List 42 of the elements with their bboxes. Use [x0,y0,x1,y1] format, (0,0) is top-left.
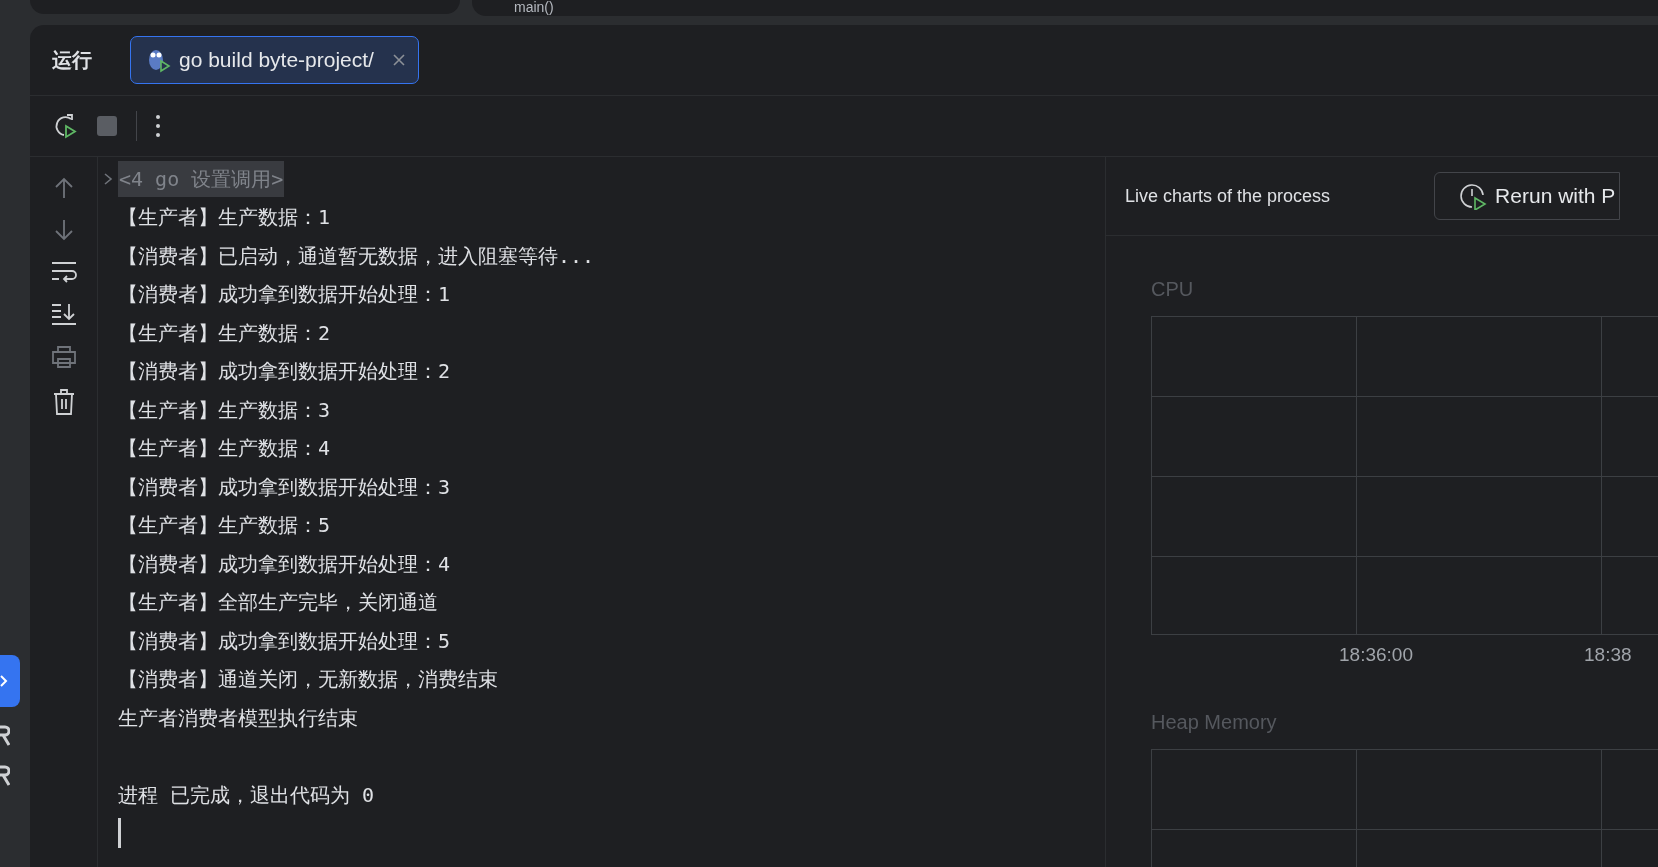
stop-icon[interactable] [96,115,118,137]
run-tab[interactable]: go build byte-project/ [130,36,419,84]
text-cursor [118,818,121,848]
console-line: 【消费者】已启动，通道暂无数据，进入阻塞等待... [118,242,595,270]
console-line: 【生产者】生产数据：4 [118,435,331,463]
plugin-icon[interactable] [0,725,10,747]
console-line: 【生产者】生产数据：2 [118,319,331,347]
console-line: 【生产者】全部生产完毕，关闭通道 [118,589,438,617]
chevron-icon [0,675,8,687]
console-line: 【消费者】成功拿到数据开始处理：5 [118,627,451,655]
console-line: 【生产者】生产数据：3 [118,396,331,424]
panel-title: 运行 [52,48,93,73]
charts-title: Live charts of the process [1125,184,1331,208]
print-icon[interactable] [50,345,77,369]
plugin-icon[interactable] [0,765,10,787]
chart-title: Heap Memory [1151,710,1278,735]
terminal-button[interactable] [0,655,20,707]
exit-message: 进程 已完成，退出代码为 0 [118,781,375,809]
chart-title: CPU [1151,277,1195,302]
console-line: 【生产者】生产数据：5 [118,512,331,540]
axis-tick-label: 18:38 [1584,643,1632,667]
trash-icon[interactable] [52,389,75,415]
tab-label: go build byte-project/ [179,47,374,74]
close-icon[interactable] [391,53,406,67]
console-line: 【消费者】成功拿到数据开始处理：1 [118,281,451,309]
console-line: 【生产者】生产数据：1 [118,204,331,232]
clock-run-icon [1459,182,1488,210]
arrow-down-icon[interactable] [53,219,74,241]
console-line: 生产者消费者模型执行结束 [118,704,358,732]
console-line: 【消费者】成功拿到数据开始处理：3 [118,473,451,501]
console-line: 【消费者】通道关闭，无新数据，消费结束 [118,666,498,694]
arrow-up-icon[interactable] [53,177,74,199]
gopher-run-icon [147,47,171,73]
rerun-profiler-button[interactable]: Rerun with P [1434,172,1621,220]
more-icon[interactable] [155,114,161,138]
axis-tick-label: 18:36:00 [1339,643,1413,667]
console-line: 【消费者】成功拿到数据开始处理：4 [118,550,451,578]
breadcrumb[interactable]: main() [514,0,554,15]
expand-icon[interactable] [102,172,114,186]
soft-wrap-icon[interactable] [50,261,77,283]
scroll-to-end-icon[interactable] [50,303,77,325]
console-line: 【消费者】成功拿到数据开始处理：2 [118,358,451,386]
